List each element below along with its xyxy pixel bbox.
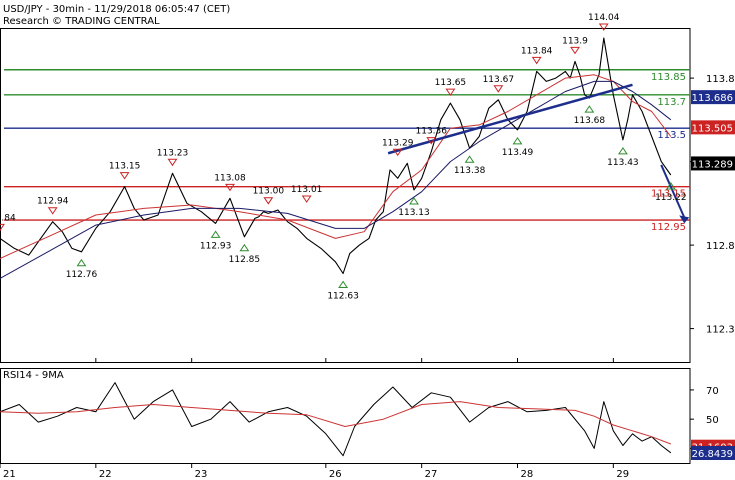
peak-marker [493,85,504,93]
price-value-box-label: 113.289 [692,159,733,170]
x-tick-label: 23 [195,469,208,480]
rsi-series-rsi-ma [0,401,671,445]
peak-label: 113.36 [416,127,448,137]
rsi-value-box-label: 26.8439 [692,449,733,460]
peak-marker [531,56,542,65]
peak-label: 113.29 [382,138,414,148]
chart-subtitle: Research © TRADING CENTRAL [3,16,160,27]
x-axis: 21 22 23 26 27 28 29 [0,358,629,480]
rsi-panel-label: RSI14 - 9MA [3,370,64,381]
level-label: 113.7 [657,97,686,108]
trough-label: 113.68 [574,116,606,126]
trough-label: 113.38 [454,166,486,176]
peak-label: 113.67 [483,75,515,85]
trough-marker [464,155,475,163]
peak-label: 113.84 [521,46,553,56]
x-tick-label: 29 [616,469,629,480]
peak-marker [167,158,178,167]
peak-marker [301,195,312,203]
chart-canvas: USD/JPY - 30min - 11/29/2018 06:05:47 (C… [0,4,735,480]
level-label: 113.5 [657,130,686,141]
price-y-tick-label: 113.8 [706,74,735,85]
trough-marker [338,280,349,288]
peak-label: 113.00 [253,187,285,197]
chart-title: USD/JPY - 30min - 11/29/2018 06:05:47 (C… [3,4,230,15]
peak-label: 113.23 [157,148,189,158]
peak-label: 112.94 [37,197,69,207]
trough-label: 112.76 [66,270,98,280]
level-label: 112.95 [651,222,686,233]
trough-label: 113.49 [502,148,534,158]
peak-marker [263,197,274,205]
peak-label: 113.01 [291,185,323,195]
price-y-tick-label: 112.3 [706,325,735,336]
x-tick-label: 22 [99,469,112,480]
price-value-box-label: 113.686 [692,93,733,104]
trough-label: 113.22 [655,193,687,203]
price-y-tick-label: 112.8 [706,241,735,252]
trough-label: 112.63 [327,291,359,301]
trough-marker [239,243,250,252]
x-tick-label: 27 [425,469,438,480]
rsi-y-tick-label: 50 [706,415,719,426]
peak-label: 113.15 [109,162,141,172]
trough-marker [617,146,628,155]
price-value-box-label: 113.505 [692,123,733,134]
trough-marker [584,105,595,113]
price-series-moving-average-slow [0,80,672,279]
peak-marker [598,23,609,31]
peak-label: 113.65 [435,78,467,88]
price-frame [0,28,691,363]
rsi-series-rsi [0,382,672,457]
trough-label: 113.13 [398,208,430,218]
trough-marker [512,136,523,145]
peak-label: 114.04 [588,13,620,23]
rsi-panel: 30507031.160326.8439 [0,368,735,464]
trough-label: 113.43 [607,158,639,168]
peak-label: 113.08 [214,173,246,183]
peak-marker [47,207,58,215]
rsi-y-tick-label: 70 [706,386,719,397]
level-label: 113.85 [651,72,686,83]
trough-marker [210,230,221,238]
x-tick-label: 26 [329,469,342,480]
peak-label: 112.84 [0,213,16,223]
peak-label: 113.9 [562,36,588,46]
price-panel: 112.3112.8113.3113.8113.85113.7113.5113.… [0,13,735,363]
peak-marker [570,46,580,55]
trough-label: 112.93 [200,241,232,251]
x-tick-label: 28 [521,469,534,480]
x-tick-label: 21 [3,469,16,480]
peak-marker [119,172,130,180]
trough-label: 112.85 [229,255,261,265]
trough-marker [76,258,87,267]
